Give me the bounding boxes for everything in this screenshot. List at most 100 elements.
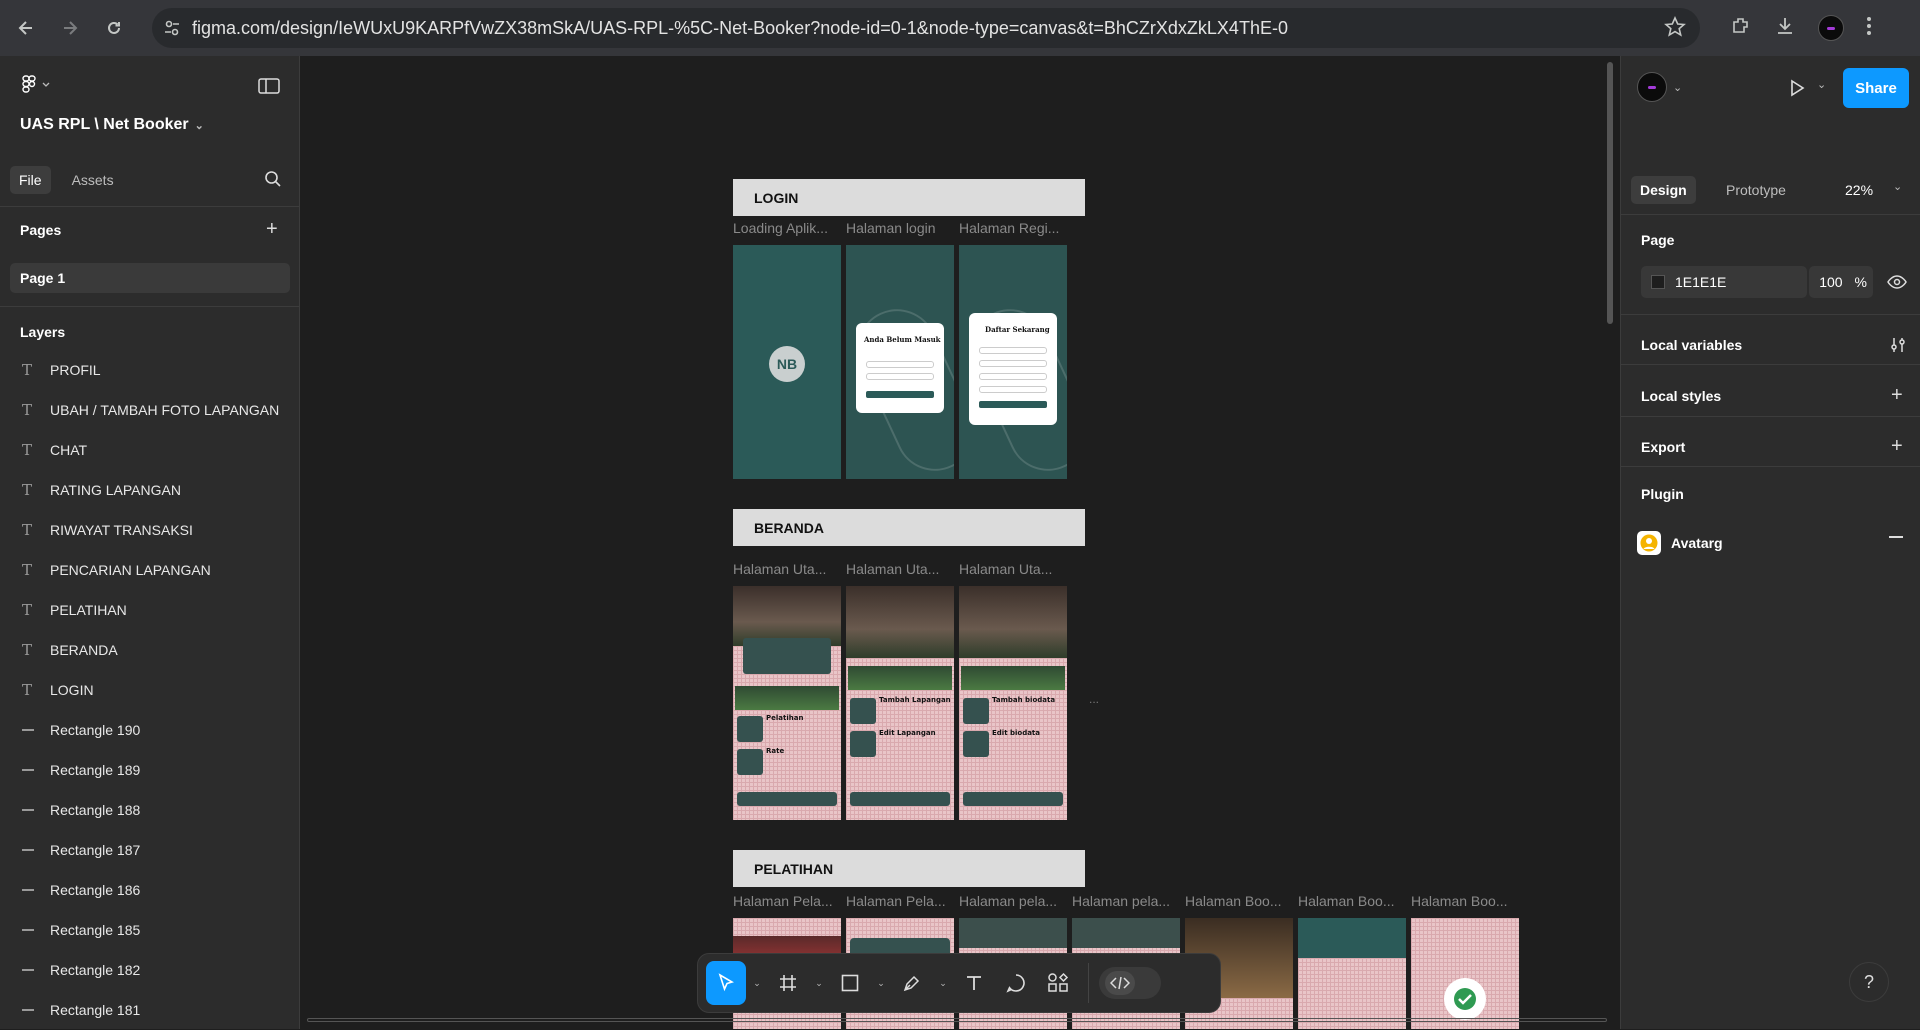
- download-icon[interactable]: [1774, 15, 1796, 42]
- share-button[interactable]: Share: [1843, 68, 1909, 108]
- rectangle-tool-icon[interactable]: [830, 961, 870, 1005]
- page-opacity-field[interactable]: 100 %: [1809, 266, 1873, 298]
- file-title[interactable]: UAS RPL \ Net Booker ⌄: [20, 116, 204, 134]
- layer-item[interactable]: T UBAH / TAMBAH FOTO LAPANGAN: [0, 390, 300, 430]
- tab-prototype[interactable]: Prototype: [1717, 176, 1795, 204]
- tile-label: Rate: [766, 747, 785, 755]
- layer-item[interactable]: T BERANDA: [0, 630, 300, 670]
- horizontal-scrollbar[interactable]: [307, 1018, 1607, 1022]
- text-layer-icon: T: [22, 601, 33, 619]
- chevron-down-icon[interactable]: ⌄: [1893, 180, 1902, 193]
- reload-icon[interactable]: [96, 10, 132, 46]
- menu-dots-icon[interactable]: [1866, 16, 1872, 41]
- export-heading[interactable]: Export: [1641, 439, 1685, 455]
- frame-label[interactable]: Halaman Pela...: [733, 893, 833, 909]
- profile-avatar[interactable]: [1818, 15, 1844, 41]
- chevron-down-icon[interactable]: ⌄: [748, 961, 766, 1005]
- layer-item[interactable]: Rectangle 181: [0, 990, 300, 1030]
- url-text[interactable]: figma.com/design/IeWUxU9KARPfVwZX38mSkA/…: [192, 18, 1288, 39]
- add-style-icon[interactable]: +: [1891, 385, 1903, 405]
- frame-label[interactable]: Halaman Uta...: [846, 561, 939, 577]
- search-icon[interactable]: [264, 170, 282, 193]
- user-menu[interactable]: ⌄: [1637, 72, 1682, 102]
- section-beranda[interactable]: BERANDA: [733, 509, 1085, 546]
- layer-item[interactable]: Rectangle 182: [0, 950, 300, 990]
- frame-label[interactable]: Halaman Uta...: [733, 561, 826, 577]
- back-icon[interactable]: [8, 10, 44, 46]
- help-button[interactable]: ?: [1849, 962, 1889, 1002]
- tile-label: Pelatihan: [766, 714, 804, 722]
- extensions-icon[interactable]: [1730, 15, 1752, 42]
- layer-item[interactable]: T PELATIHAN: [0, 590, 300, 630]
- layer-item[interactable]: T PROFIL: [0, 350, 300, 390]
- address-bar[interactable]: figma.com/design/IeWUxU9KARPfVwZX38mSkA/…: [152, 8, 1700, 48]
- chevron-down-icon[interactable]: ⌄: [872, 961, 890, 1005]
- frame-booking-2[interactable]: [1298, 918, 1406, 1029]
- present-play-icon[interactable]: [1787, 78, 1807, 103]
- comment-tool-icon[interactable]: [996, 961, 1036, 1005]
- frame-register[interactable]: Daftar Sekarang: [959, 245, 1067, 479]
- layer-item[interactable]: Rectangle 188: [0, 790, 300, 830]
- layer-item[interactable]: Rectangle 189: [0, 750, 300, 790]
- page-color-field[interactable]: 1E1E1E: [1641, 266, 1807, 298]
- plugin-avatarg[interactable]: Avatarg: [1637, 531, 1723, 555]
- chevron-down-icon[interactable]: ⌄: [934, 961, 952, 1005]
- frame-booking-3[interactable]: [1411, 918, 1519, 1029]
- text-tool-icon[interactable]: [954, 961, 994, 1005]
- actions-tool-icon[interactable]: [1038, 961, 1078, 1005]
- layer-item[interactable]: Rectangle 187: [0, 830, 300, 870]
- local-variables-heading[interactable]: Local variables: [1641, 337, 1742, 353]
- more-icon[interactable]: ...: [1089, 692, 1099, 706]
- add-page-icon[interactable]: +: [266, 219, 278, 239]
- section-login[interactable]: LOGIN: [733, 179, 1085, 216]
- pen-tool-icon[interactable]: [892, 961, 932, 1005]
- layer-item[interactable]: Rectangle 190: [0, 710, 300, 750]
- frame-label[interactable]: Halaman Regi...: [959, 220, 1059, 236]
- add-export-icon[interactable]: +: [1891, 436, 1903, 456]
- bookmark-star-icon[interactable]: [1664, 16, 1686, 43]
- layer-item[interactable]: Rectangle 186: [0, 870, 300, 910]
- dev-mode-toggle[interactable]: [1099, 967, 1161, 999]
- eye-icon[interactable]: [1887, 274, 1907, 295]
- layer-item[interactable]: T PENCARIAN LAPANGAN: [0, 550, 300, 590]
- frame-loading[interactable]: NB: [733, 245, 841, 479]
- variables-icon[interactable]: [1889, 336, 1907, 359]
- frame-label[interactable]: Halaman pela...: [1072, 893, 1170, 909]
- zoom-level[interactable]: 22%: [1845, 182, 1873, 198]
- frame-label[interactable]: Halaman Uta...: [959, 561, 1052, 577]
- figma-menu-icon[interactable]: [22, 74, 52, 98]
- frame-label[interactable]: Halaman Boo...: [1411, 893, 1508, 909]
- toggle-sidebar-icon[interactable]: [258, 77, 280, 100]
- layer-item[interactable]: Rectangle 185: [0, 910, 300, 950]
- frame-label[interactable]: Halaman pela...: [959, 893, 1057, 909]
- frame-home-3[interactable]: Tambah biodata Edit biodata: [959, 586, 1067, 820]
- forward-icon[interactable]: [52, 10, 88, 46]
- local-styles-heading[interactable]: Local styles: [1641, 388, 1721, 404]
- chevron-down-icon[interactable]: ⌄: [810, 961, 828, 1005]
- page-item-page-1[interactable]: Page 1: [10, 263, 290, 293]
- layer-item[interactable]: T CHAT: [0, 430, 300, 470]
- frame-home-1[interactable]: Pelatihan Rate: [733, 586, 841, 820]
- layer-item[interactable]: T RATING LAPANGAN: [0, 470, 300, 510]
- site-settings-icon[interactable]: [152, 8, 192, 48]
- layer-item[interactable]: T LOGIN: [0, 670, 300, 710]
- frame-label[interactable]: Halaman login: [846, 220, 936, 236]
- color-swatch[interactable]: [1651, 275, 1665, 289]
- move-tool-icon[interactable]: [706, 961, 746, 1005]
- frame-home-2[interactable]: Tambah Lapangan Edit Lapangan: [846, 586, 954, 820]
- chevron-down-icon[interactable]: ⌄: [1817, 78, 1826, 91]
- design-canvas[interactable]: LOGIN Loading Aplik... Halaman login Hal…: [301, 56, 1620, 1029]
- layer-item[interactable]: T RIWAYAT TRANSAKSI: [0, 510, 300, 550]
- vertical-scrollbar[interactable]: [1607, 62, 1613, 324]
- frame-login[interactable]: Anda Belum Masuk: [846, 245, 954, 479]
- frame-label[interactable]: Halaman Boo...: [1298, 893, 1395, 909]
- tab-assets[interactable]: Assets: [63, 166, 123, 194]
- frame-label[interactable]: Halaman Boo...: [1185, 893, 1282, 909]
- section-pelatihan[interactable]: PELATIHAN: [733, 850, 1085, 887]
- tab-design[interactable]: Design: [1631, 176, 1696, 204]
- tab-file[interactable]: File: [10, 166, 51, 194]
- remove-plugin-icon[interactable]: [1889, 536, 1903, 538]
- frame-label[interactable]: Halaman Pela...: [846, 893, 946, 909]
- frame-label[interactable]: Loading Aplik...: [733, 220, 828, 236]
- frame-tool-icon[interactable]: [768, 961, 808, 1005]
